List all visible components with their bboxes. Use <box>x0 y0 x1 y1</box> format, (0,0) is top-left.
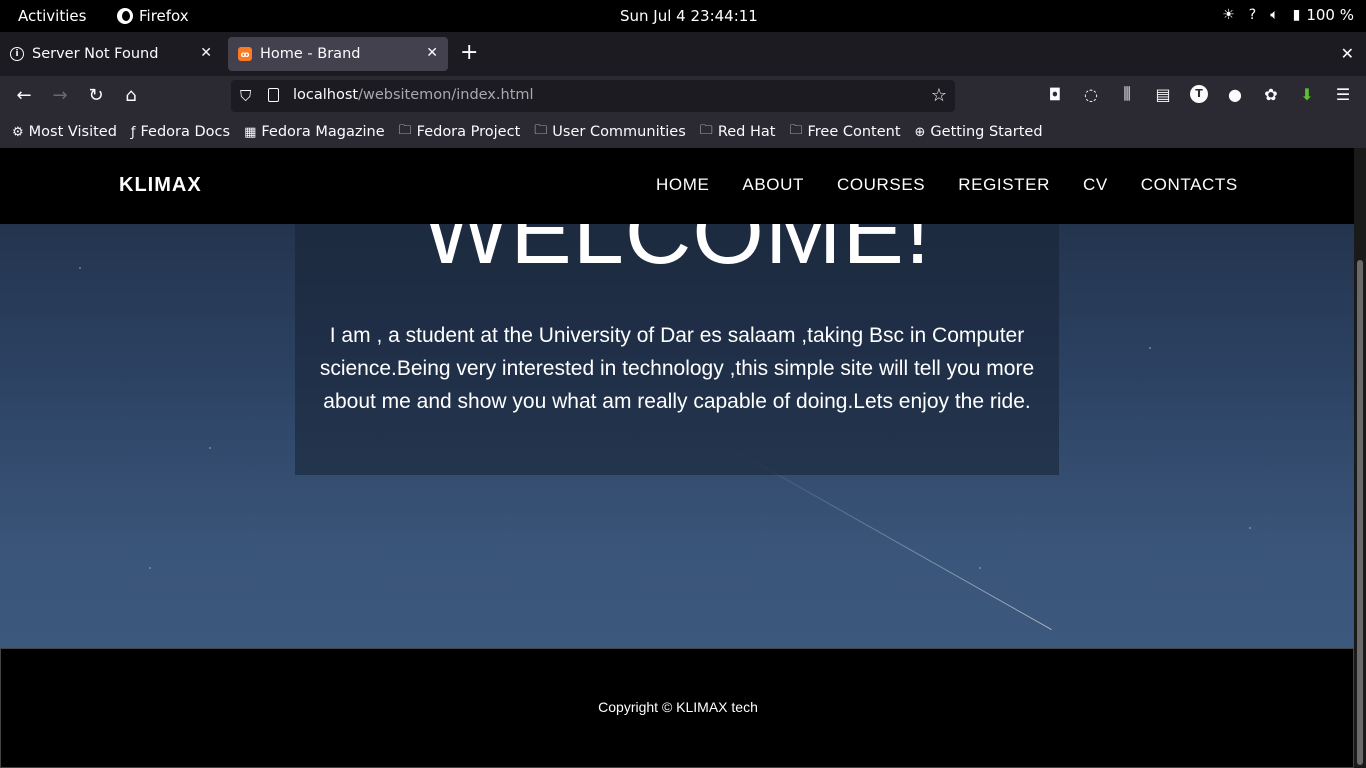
system-tray[interactable]: ☀ ? 🔈︎ ▮ 100 % <box>1222 6 1354 24</box>
page-info-icon[interactable] <box>268 88 279 102</box>
bookmark-label: Fedora Project <box>416 124 521 140</box>
battery-percent: 100 % <box>1306 6 1354 24</box>
url-text[interactable]: localhost/websitemon/index.html <box>293 87 534 103</box>
bookmark-label: User Communities <box>552 124 686 140</box>
gnome-extension-icon[interactable]: ✿ <box>1262 85 1280 104</box>
clock[interactable]: Sun Jul 4 23:44:11 <box>620 7 758 25</box>
download-icon[interactable]: ⬇ <box>1298 85 1316 104</box>
close-tab-icon[interactable]: ✕ <box>200 45 212 61</box>
back-button[interactable]: ← <box>13 85 35 106</box>
folder-icon: 🗀 <box>699 123 713 138</box>
account-avatar-icon[interactable]: T <box>1190 85 1208 103</box>
bookmark-label: Getting Started <box>930 124 1043 140</box>
welcome-text: I am , a student at the University of Da… <box>319 324 1035 413</box>
bookmark-most-visited[interactable]: ⚙ Most Visited <box>12 124 117 140</box>
info-icon: i <box>10 47 24 61</box>
url-host: localhost <box>293 87 359 103</box>
firefox-icon <box>117 8 133 24</box>
pocket-icon[interactable]: ◘ <box>1046 85 1064 104</box>
welcome-title: WELCOME! <box>422 224 932 283</box>
copyright-text: Copyright © KLIMAX tech <box>598 699 758 715</box>
bookmark-fedora-project[interactable]: 🗀 Fedora Project <box>399 121 521 143</box>
activities-button[interactable]: Activities <box>18 7 86 25</box>
bookmark-free-content[interactable]: 🗀 Free Content <box>789 121 900 143</box>
bookmark-label: Fedora Magazine <box>261 124 385 140</box>
bookmark-getting-started[interactable]: ⊕ Getting Started <box>915 124 1043 140</box>
scrollbar-thumb[interactable] <box>1357 260 1363 765</box>
volume-icon: 🔈︎ <box>1270 7 1279 23</box>
tab-server-not-found[interactable]: i Server Not Found ✕ <box>0 37 222 71</box>
app-name: Firefox <box>139 7 189 25</box>
nav-cv[interactable]: CV <box>1083 175 1108 195</box>
library-icon[interactable]: ⫼ <box>1118 84 1136 104</box>
globe-icon: ⊕ <box>914 124 926 140</box>
xampp-icon: ꝏ <box>238 47 252 61</box>
home-button[interactable]: ⌂ <box>120 85 142 106</box>
folder-icon: 🗀 <box>534 123 548 138</box>
bookmark-label: Free Content <box>807 124 901 140</box>
bookmark-red-hat[interactable]: 🗀 Red Hat <box>700 121 776 143</box>
page-viewport: I am , a student at the University of Da… <box>0 148 1366 768</box>
tab-label: Server Not Found <box>32 46 159 62</box>
battery-indicator: ▮ 100 % <box>1293 6 1354 24</box>
bookmark-label: Fedora Docs <box>140 124 231 140</box>
toolbar-extensions: ◘ ◌ ⫼ ▤ T ● ✿ ⬇ ☰ <box>1046 84 1352 104</box>
tab-home-brand[interactable]: ꝏ Home - Brand ✕ <box>228 37 448 71</box>
nav-courses[interactable]: COURSES <box>837 175 925 195</box>
page-scrollbar[interactable] <box>1354 148 1366 768</box>
close-window-button[interactable]: ✕ <box>1341 44 1354 63</box>
folder-icon: 🗀 <box>789 123 803 138</box>
site-header: KLIMAX HOME ABOUT COURSES REGISTER CV CO… <box>0 148 1354 224</box>
sidebar-icon[interactable]: ▤ <box>1154 85 1172 104</box>
gear-icon: ⚙ <box>12 124 24 140</box>
nav-about[interactable]: ABOUT <box>742 175 804 195</box>
battery-icon: ▮ <box>1292 7 1301 23</box>
tracking-shield-icon[interactable]: ⛉ <box>240 87 251 105</box>
menu-icon[interactable]: ☰ <box>1334 85 1352 104</box>
bookmark-star-icon[interactable]: ☆ <box>931 85 947 106</box>
app-menu[interactable]: Firefox <box>117 7 189 25</box>
bookmark-label: Most Visited <box>28 124 117 140</box>
bookmark-fedora-docs[interactable]: ƒ Fedora Docs <box>131 124 230 140</box>
system-top-bar: Activities Firefox Sun Jul 4 23:44:11 ☀ … <box>0 0 1366 32</box>
site-nav: HOME ABOUT COURSES REGISTER CV CONTACTS <box>656 175 1238 195</box>
reload-button[interactable]: ↻ <box>85 85 107 106</box>
url-path: /websitemon/index.html <box>358 87 534 103</box>
fedora-icon: ƒ <box>130 124 136 140</box>
tab-label: Home - Brand <box>260 46 361 62</box>
extension-icon[interactable]: ● <box>1226 85 1244 104</box>
bookmark-fedora-magazine[interactable]: ▦ Fedora Magazine <box>244 124 385 140</box>
new-tab-button[interactable]: + <box>460 42 478 64</box>
bookmarks-toolbar: ⚙ Most Visited ƒ Fedora Docs ▦ Fedora Magaz… <box>0 116 1366 148</box>
help-icon: ? <box>1248 7 1257 23</box>
site-brand[interactable]: KLIMAX <box>119 174 202 197</box>
folder-icon: 🗀 <box>398 123 412 138</box>
tab-strip: i Server Not Found ✕ ꝏ Home - Brand ✕ + … <box>0 32 1366 76</box>
nav-contacts[interactable]: CONTACTS <box>1141 175 1238 195</box>
sync-icon[interactable]: ◌ <box>1082 85 1100 104</box>
close-tab-icon[interactable]: ✕ <box>426 45 438 61</box>
fm-icon: ▦ <box>244 124 257 140</box>
navigation-toolbar: ← → ↻ ⌂ ⛉ localhost/websitemon/index.htm… <box>0 76 1366 116</box>
url-bar[interactable]: ⛉ localhost/websitemon/index.html ☆ <box>231 80 955 112</box>
bookmark-label: Red Hat <box>717 124 776 140</box>
nav-home[interactable]: HOME <box>656 175 709 195</box>
brightness-icon: ☀ <box>1222 7 1235 23</box>
bookmark-user-communities[interactable]: 🗀 User Communities <box>534 121 686 143</box>
nav-register[interactable]: REGISTER <box>958 175 1050 195</box>
site-footer: Copyright © KLIMAX tech <box>0 648 1354 768</box>
welcome-title-clip: WELCOME! <box>295 224 1059 294</box>
forward-button[interactable]: → <box>49 85 71 106</box>
